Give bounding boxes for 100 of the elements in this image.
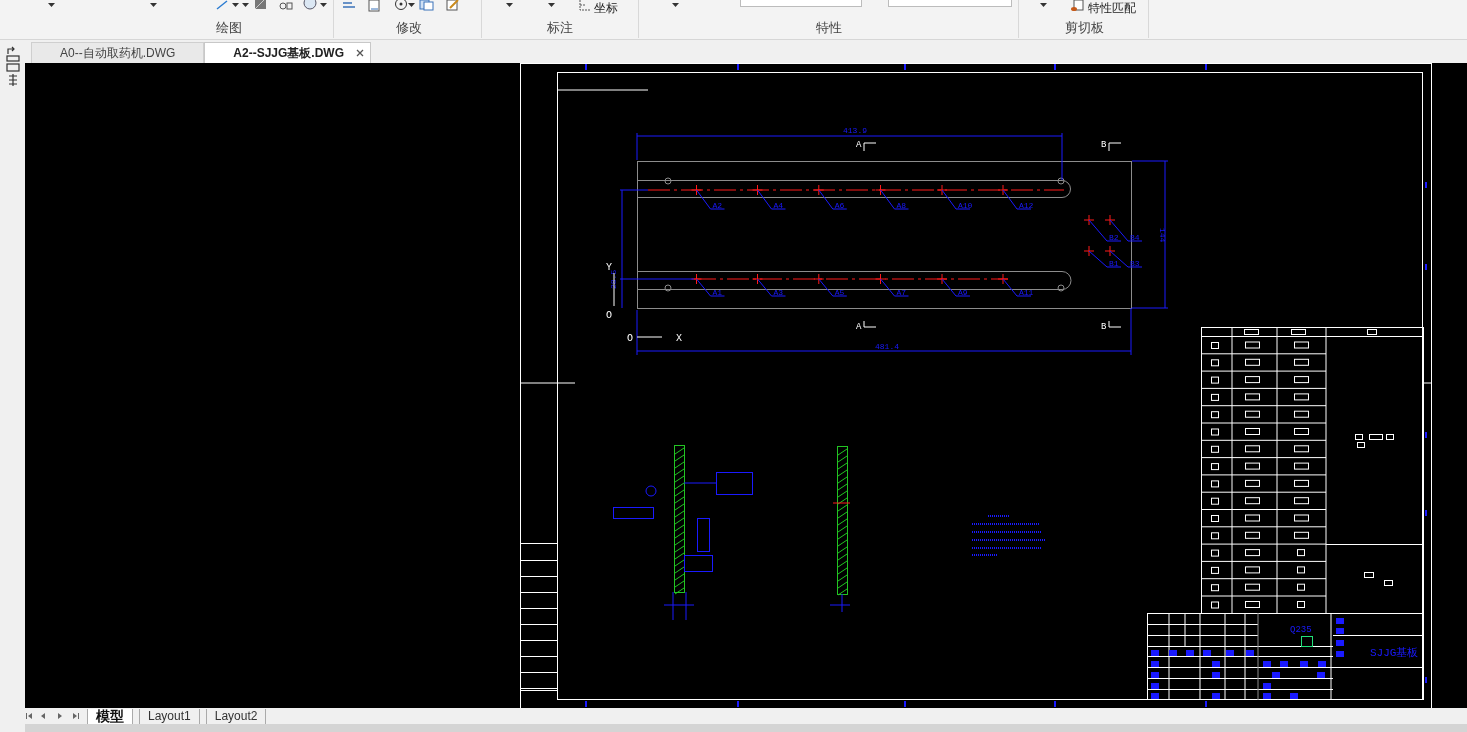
dropdown-caret-icon[interactable] bbox=[48, 3, 55, 8]
hole-label: B4 bbox=[1130, 233, 1140, 242]
layout-tab[interactable]: Layout2 bbox=[205, 708, 267, 724]
hole-marker bbox=[997, 273, 1009, 285]
leader-line bbox=[880, 189, 909, 210]
ribbon-button[interactable]: 特性匹配 bbox=[1088, 0, 1136, 16]
hole-label: A5 bbox=[834, 288, 845, 297]
hole-label: A12 bbox=[1019, 201, 1034, 210]
dropdown-caret-icon[interactable] bbox=[320, 3, 327, 8]
hole-marker bbox=[997, 184, 1009, 196]
leader-line bbox=[757, 189, 786, 210]
close-icon[interactable] bbox=[356, 49, 365, 57]
hole-label: A6 bbox=[834, 201, 845, 210]
section-mark-line bbox=[863, 320, 877, 328]
section-label: B bbox=[1101, 322, 1107, 332]
dropdown-caret-icon[interactable] bbox=[1040, 3, 1047, 8]
hole-marker bbox=[813, 273, 825, 285]
leader-line bbox=[1002, 278, 1032, 297]
document-tab[interactable]: A2--SJJG基板.DWG bbox=[204, 42, 372, 63]
leader-line bbox=[696, 278, 725, 297]
circle-point-icon[interactable] bbox=[394, 0, 408, 12]
leader-line bbox=[1088, 250, 1122, 268]
hole-label: B1 bbox=[1109, 259, 1119, 268]
horizontal-scrollbar[interactable] bbox=[25, 724, 1467, 732]
dimension-text: 144 bbox=[1158, 228, 1167, 243]
ribbon-button[interactable]: 坐标 bbox=[594, 0, 618, 16]
hole-label: B2 bbox=[1109, 233, 1119, 242]
document-tab[interactable]: A0--自动取药机.DWG bbox=[31, 42, 205, 63]
hole-marker bbox=[691, 184, 702, 196]
hole-label: A8 bbox=[896, 201, 907, 210]
axis-label: O bbox=[606, 310, 612, 321]
leader-line bbox=[941, 189, 971, 210]
hole-marker bbox=[691, 273, 702, 285]
leader-line bbox=[696, 189, 725, 210]
material-text: Q235 bbox=[1290, 625, 1312, 635]
ribbon-group-label: 标注 bbox=[546, 19, 574, 37]
section-label: B bbox=[1101, 140, 1107, 150]
leader-line bbox=[1109, 250, 1143, 268]
axis-label: X bbox=[676, 333, 682, 344]
dimension-text: 481.4 bbox=[875, 342, 899, 351]
hole-marker bbox=[813, 184, 825, 196]
leader-line bbox=[1002, 189, 1032, 210]
hole-label: A2 bbox=[712, 201, 723, 210]
dropdown-caret-icon[interactable] bbox=[672, 3, 679, 8]
hole-label: A10 bbox=[958, 201, 973, 210]
layout-tab[interactable]: 模型 bbox=[87, 708, 133, 724]
line-tool-icon[interactable] bbox=[216, 0, 228, 10]
section-mark-line bbox=[1108, 142, 1122, 152]
leader-line bbox=[818, 189, 848, 210]
hole-label: A1 bbox=[712, 288, 723, 297]
dimension-text: 413.9 bbox=[843, 126, 867, 135]
edit-icon[interactable] bbox=[446, 0, 460, 12]
dropdown-caret-icon[interactable] bbox=[548, 3, 555, 8]
brush-icon[interactable] bbox=[1070, 0, 1084, 12]
hole-marker bbox=[936, 184, 948, 196]
axis-label: O bbox=[627, 333, 633, 344]
hole-label: A3 bbox=[773, 288, 784, 297]
ribbon-group-label: 特性 bbox=[815, 19, 843, 37]
layer-panel-icon[interactable] bbox=[4, 46, 21, 88]
property-dropdown-field[interactable] bbox=[888, 0, 1012, 7]
leader-line bbox=[818, 278, 848, 297]
section-mark-line bbox=[1108, 320, 1122, 328]
leader-line bbox=[941, 278, 971, 297]
section-label: A bbox=[856, 322, 862, 332]
part-name-text: SJJG基板 bbox=[1370, 647, 1419, 659]
hole-label: A7 bbox=[896, 288, 907, 297]
hole-marker bbox=[752, 184, 763, 196]
section-label: A bbox=[856, 140, 862, 150]
hole-marker bbox=[1104, 245, 1116, 257]
page-icon[interactable] bbox=[368, 0, 381, 12]
shapes-icon[interactable] bbox=[279, 0, 293, 10]
layout-tab[interactable]: Layout1 bbox=[139, 708, 200, 724]
hole-marker bbox=[1083, 245, 1095, 257]
dropdown-caret-icon[interactable] bbox=[408, 3, 415, 8]
dropdown-caret-icon[interactable] bbox=[150, 3, 157, 8]
tab-navigation-icon[interactable] bbox=[25, 712, 81, 720]
leader-line bbox=[1088, 219, 1122, 242]
hole-marker bbox=[875, 184, 886, 196]
hole-label: A4 bbox=[773, 201, 784, 210]
hatch-icon[interactable] bbox=[254, 0, 267, 10]
ribbon-group-label: 绘图 bbox=[215, 19, 243, 37]
ribbon-group-label: 剪切板 bbox=[1063, 19, 1105, 37]
hole-label: B3 bbox=[1130, 259, 1140, 268]
hole-marker bbox=[752, 273, 763, 285]
hole-label: A11 bbox=[1019, 288, 1034, 297]
leader-line bbox=[1109, 219, 1143, 242]
hole-marker bbox=[1083, 214, 1095, 226]
leader-line bbox=[757, 278, 786, 297]
stretch-icon[interactable] bbox=[342, 0, 356, 10]
property-dropdown-field[interactable] bbox=[740, 0, 862, 7]
axis-label: Y bbox=[606, 262, 612, 273]
hole-marker bbox=[1104, 214, 1116, 226]
ribbon-group-label: 修改 bbox=[395, 19, 423, 37]
leader-line bbox=[880, 278, 909, 297]
dropdown-caret-icon[interactable] bbox=[506, 3, 513, 8]
section-mark-line bbox=[863, 142, 877, 152]
region-icon[interactable] bbox=[303, 0, 317, 10]
hole-marker bbox=[936, 273, 948, 285]
hole-marker bbox=[875, 273, 886, 285]
hole-label: A9 bbox=[958, 288, 968, 297]
